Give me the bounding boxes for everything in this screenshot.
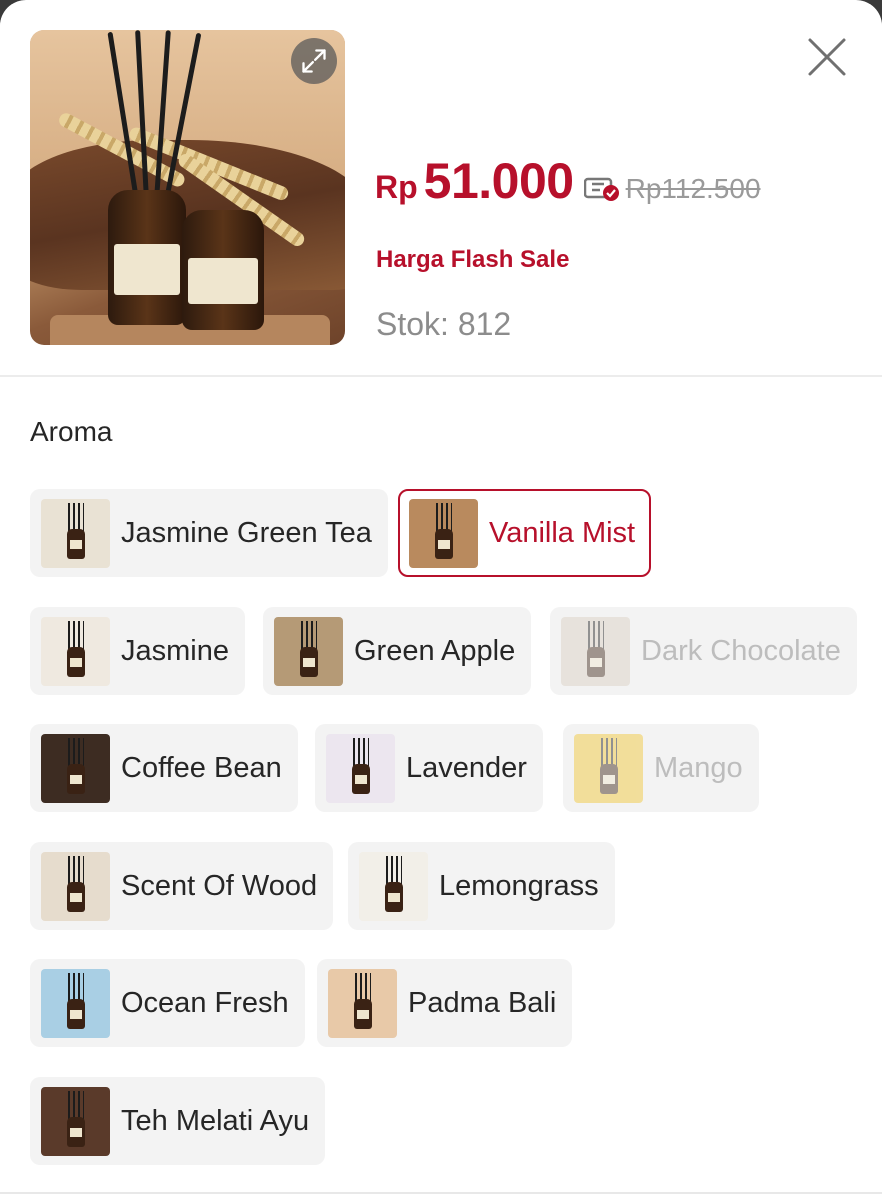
aroma-option-label: Scent Of Wood [121, 869, 318, 902]
aroma-thumbnail [561, 616, 630, 686]
aroma-option[interactable]: Lavender [315, 724, 543, 812]
aroma-option-label: Mango [654, 751, 743, 784]
aroma-option-label: Padma Bali [408, 986, 557, 1019]
sheet-body: Rp 51.000 Rp112.500 Harga Flash Sale Sto… [0, 0, 882, 1200]
aroma-thumbnail [41, 616, 110, 686]
aroma-option-label: Lemongrass [439, 869, 599, 902]
bottom-divider [0, 1192, 882, 1194]
aroma-thumbnail [41, 733, 110, 803]
price-row: Rp 51.000 Rp112.500 [375, 152, 761, 210]
aroma-thumbnail [574, 733, 643, 803]
aroma-option[interactable]: Ocean Fresh [30, 959, 305, 1047]
price-currency: Rp [375, 169, 418, 205]
variant-bottom-sheet: Rp 51.000 Rp112.500 Harga Flash Sale Sto… [0, 0, 882, 1200]
aroma-option-label: Green Apple [354, 634, 516, 667]
aroma-option-label: Dark Chocolate [641, 634, 841, 667]
aroma-option-label: Coffee Bean [121, 751, 282, 784]
aroma-option[interactable]: Jasmine [30, 607, 245, 695]
product-image[interactable] [30, 30, 345, 345]
aroma-thumbnail [359, 851, 428, 921]
aroma-option-label: Teh Melati Ayu [121, 1104, 310, 1137]
divider [0, 375, 882, 377]
aroma-option-label: Ocean Fresh [121, 986, 289, 1019]
aroma-option-label: Jasmine Green Tea [121, 516, 372, 549]
aroma-option[interactable]: Lemongrass [348, 842, 615, 930]
aroma-thumbnail [409, 498, 478, 568]
aroma-option[interactable]: Scent Of Wood [30, 842, 334, 930]
aroma-option-label: Vanilla Mist [489, 516, 636, 549]
expand-image-button[interactable] [291, 38, 337, 84]
aroma-thumbnail [274, 616, 343, 686]
stock-label: Stok: 812 [376, 306, 512, 342]
close-button[interactable] [800, 30, 854, 84]
price-value: 51.000 [423, 153, 574, 209]
close-icon [808, 38, 846, 76]
original-price: Rp112.500 [625, 173, 761, 204]
aroma-option[interactable]: Coffee Bean [30, 724, 298, 812]
aroma-option-label: Lavender [406, 751, 527, 784]
aroma-option[interactable]: Teh Melati Ayu [30, 1077, 326, 1165]
aroma-option[interactable]: Vanilla Mist [398, 489, 652, 577]
aroma-thumbnail [328, 968, 397, 1038]
aroma-option[interactable]: Green Apple [263, 607, 532, 695]
aroma-option-label: Jasmine [121, 634, 229, 667]
voucher-icon [583, 176, 620, 202]
flash-sale-label: Harga Flash Sale [376, 246, 570, 273]
aroma-option[interactable]: Mango [563, 724, 759, 812]
aroma-thumbnail [41, 1086, 110, 1156]
aroma-thumbnail [326, 733, 395, 803]
aroma-thumbnail [41, 968, 110, 1038]
aroma-thumbnail [41, 851, 110, 921]
aroma-option[interactable]: Dark Chocolate [550, 607, 857, 695]
aroma-thumbnail [41, 498, 110, 568]
aroma-option[interactable]: Padma Bali [317, 959, 573, 1047]
expand-icon [302, 49, 326, 73]
aroma-option[interactable]: Jasmine Green Tea [30, 489, 388, 577]
aroma-section-title: Aroma [30, 416, 113, 447]
